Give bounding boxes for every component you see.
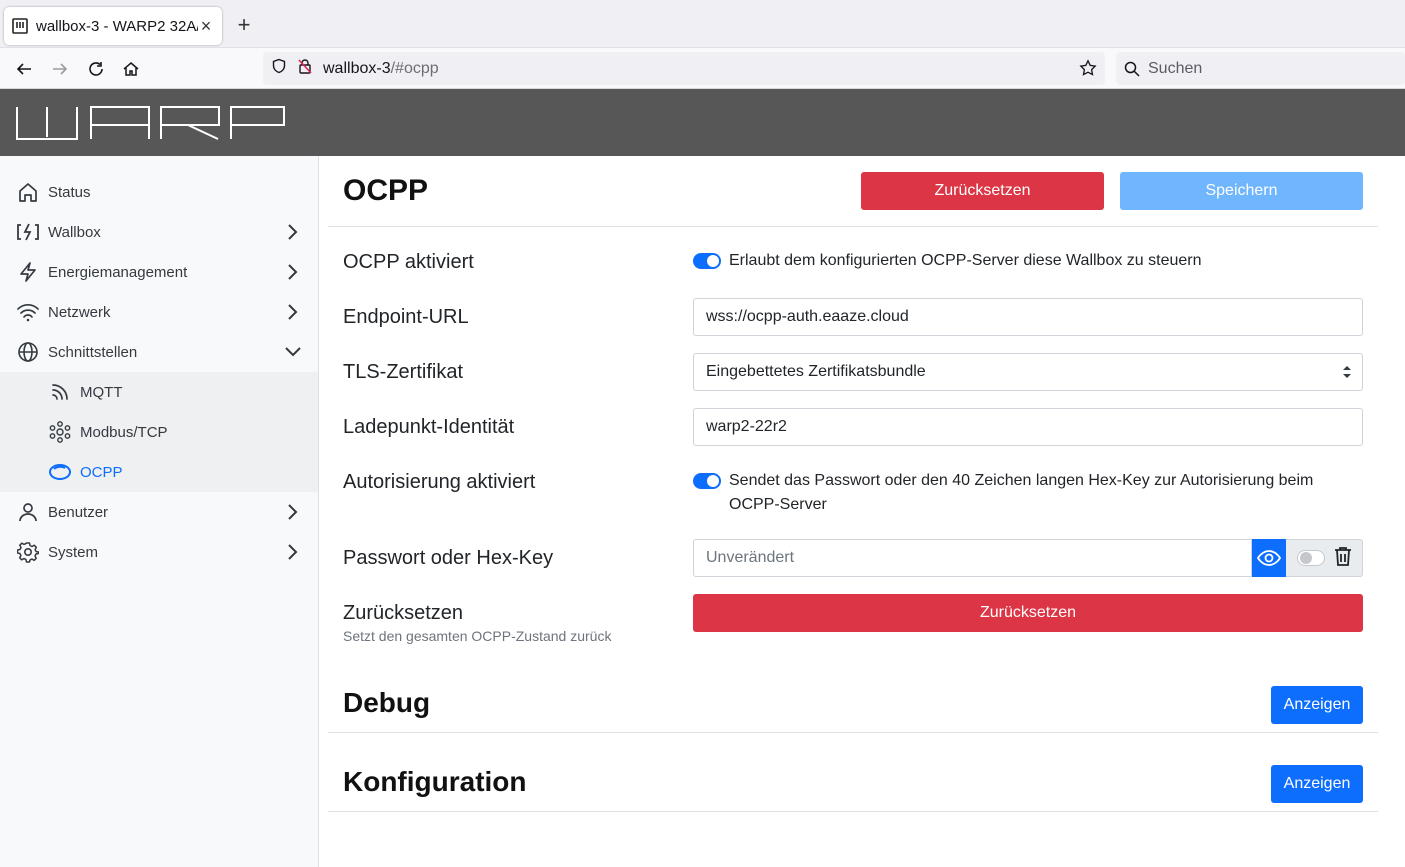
sidebar-item-label: MQTT [80, 383, 123, 401]
auth-description-line1: Sendet das Passwort oder den 40 Zeichen … [729, 472, 1314, 489]
sidebar-item-label: Schnittstellen [48, 343, 138, 361]
sidebar-item-system[interactable]: System [0, 532, 318, 572]
sidebar-item-label: Modbus/TCP [80, 423, 168, 441]
select-arrows-icon [1342, 364, 1352, 385]
sidebar-item-label: System [48, 543, 99, 561]
browser-tab-bar: wallbox-3 - WARP2 32A/7 × + [0, 0, 1405, 48]
tab-favicon-icon [12, 18, 28, 34]
search-icon [1124, 61, 1140, 77]
identity-input[interactable]: warp2-22r2 [693, 408, 1363, 446]
sidebar-item-netzwerk[interactable]: Netzwerk [0, 292, 318, 332]
tls-cert-select[interactable]: Eingebettetes Zertifikatsbundle [693, 353, 1363, 391]
ocpp-icon [48, 460, 72, 484]
bookmark-star-icon[interactable] [1079, 59, 1097, 82]
show-password-button[interactable] [1252, 539, 1286, 577]
endpoint-url-input[interactable]: wss://ocpp-auth.eaaze.cloud [693, 298, 1363, 336]
chevron-right-icon [283, 502, 303, 522]
forward-icon[interactable] [49, 58, 71, 80]
password-tools [1286, 539, 1363, 577]
rss-icon [48, 380, 72, 404]
sidebar: Status Wallbox Energiemanagement Netzwer… [0, 156, 319, 867]
tls-cert-value: Eingebettetes Zertifikatsbundle [706, 363, 926, 380]
sidebar-item-mqtt[interactable]: MQTT [0, 372, 318, 412]
page-title: OCPP [343, 174, 429, 207]
ocpp-enabled-description: Erlaubt dem konfigurierten OCPP-Server d… [729, 252, 1202, 269]
user-icon [16, 500, 40, 524]
back-icon[interactable] [13, 58, 35, 80]
identity-label: Ladepunkt-Identität [343, 416, 515, 438]
auth-enabled-toggle[interactable] [693, 473, 721, 489]
config-show-button[interactable]: Anzeigen [1271, 765, 1363, 803]
password-label: Passwort oder Hex-Key [343, 547, 554, 569]
url-host: wallbox-3 [323, 59, 391, 77]
endpoint-url-label: Endpoint-URL [343, 306, 469, 328]
sidebar-item-label: Benutzer [48, 503, 109, 521]
browser-tab[interactable]: wallbox-3 - WARP2 32A/7 × [4, 7, 222, 45]
chevron-right-icon [283, 262, 303, 282]
sidebar-item-status[interactable]: Status [0, 172, 318, 212]
sidebar-item-modbus-tcp[interactable]: Modbus/TCP [0, 412, 318, 452]
sidebar-item-label: OCPP [80, 463, 123, 481]
sidebar-item-benutzer[interactable]: Benutzer [0, 492, 318, 532]
warp-logo [16, 106, 285, 140]
tab-close-icon[interactable]: × [198, 16, 214, 37]
network-icon [48, 420, 72, 444]
sidebar-item-label: Energiemanagement [48, 263, 188, 281]
sidebar-item-energiemanagement[interactable]: Energiemanagement [0, 252, 318, 292]
home-icon [16, 180, 40, 204]
reset-label: Zurücksetzen [343, 602, 464, 624]
trash-icon[interactable] [1334, 546, 1352, 571]
browser-nav-bar: wallbox-3/#ocpp Suchen [0, 48, 1405, 89]
gear-icon [16, 540, 40, 564]
config-section-title: Konfiguration [343, 766, 527, 797]
chevron-right-icon [283, 222, 303, 242]
url-path: /#ocpp [390, 59, 439, 77]
lightning-icon [16, 260, 40, 284]
debug-section-title: Debug [343, 687, 431, 718]
debug-show-button[interactable]: Anzeigen [1271, 686, 1363, 724]
home-button-icon[interactable] [120, 58, 142, 80]
globe-icon [16, 340, 40, 364]
ocpp-enabled-toggle[interactable] [693, 253, 721, 269]
new-tab-button[interactable]: + [234, 14, 254, 36]
save-button[interactable]: Speichern [1120, 172, 1363, 210]
password-input[interactable]: Unverändert [693, 539, 1252, 577]
ocpp-enabled-row: Erlaubt dem konfigurierten OCPP-Server d… [693, 249, 1202, 273]
shield-icon[interactable] [271, 58, 287, 79]
sidebar-item-wallbox[interactable]: Wallbox [0, 212, 318, 252]
address-bar[interactable]: wallbox-3/#ocpp [263, 52, 1105, 85]
auth-enabled-description: Sendet das Passwort oder den 40 Zeichen … [729, 469, 1313, 517]
divider [328, 732, 1378, 733]
chevron-right-icon [283, 302, 303, 322]
insecure-lock-icon[interactable] [297, 58, 313, 79]
sidebar-item-schnittstellen[interactable]: Schnittstellen [0, 332, 318, 372]
tab-title: wallbox-3 - WARP2 32A/7 [36, 17, 198, 35]
sidebar-item-label: Status [48, 183, 91, 201]
reset-ocpp-state-button[interactable]: Zurücksetzen [693, 594, 1363, 632]
search-bar[interactable]: Suchen [1116, 52, 1405, 85]
sidebar-item-label: Wallbox [48, 223, 101, 241]
sidebar-item-ocpp[interactable]: OCPP [0, 452, 318, 492]
auth-enabled-row: Sendet das Passwort oder den 40 Zeichen … [693, 469, 1333, 517]
wifi-icon [16, 300, 40, 324]
charger-icon [16, 220, 40, 244]
sidebar-item-label: Netzwerk [48, 303, 111, 321]
auth-description-line2: OCPP-Server [729, 496, 827, 513]
tls-cert-label: TLS-Zertifikat [343, 361, 464, 383]
chevron-right-icon [283, 542, 303, 562]
reset-sublabel: Setzt den gesamten OCPP-Zustand zurück [343, 628, 612, 644]
ocpp-enabled-label: OCPP aktiviert [343, 251, 474, 273]
password-group: Unverändert [693, 539, 1363, 577]
app-header [0, 89, 1405, 156]
eye-icon [1257, 550, 1281, 566]
reset-button[interactable]: Zurücksetzen [861, 172, 1104, 210]
clear-password-toggle[interactable] [1296, 550, 1325, 566]
divider [328, 811, 1378, 812]
search-placeholder: Suchen [1148, 59, 1203, 77]
page-header: OCPP Zurücksetzen Speichern [328, 156, 1378, 227]
chevron-down-icon [283, 342, 303, 362]
reload-icon[interactable] [85, 58, 107, 80]
auth-enabled-label: Autorisierung aktiviert [343, 471, 536, 493]
